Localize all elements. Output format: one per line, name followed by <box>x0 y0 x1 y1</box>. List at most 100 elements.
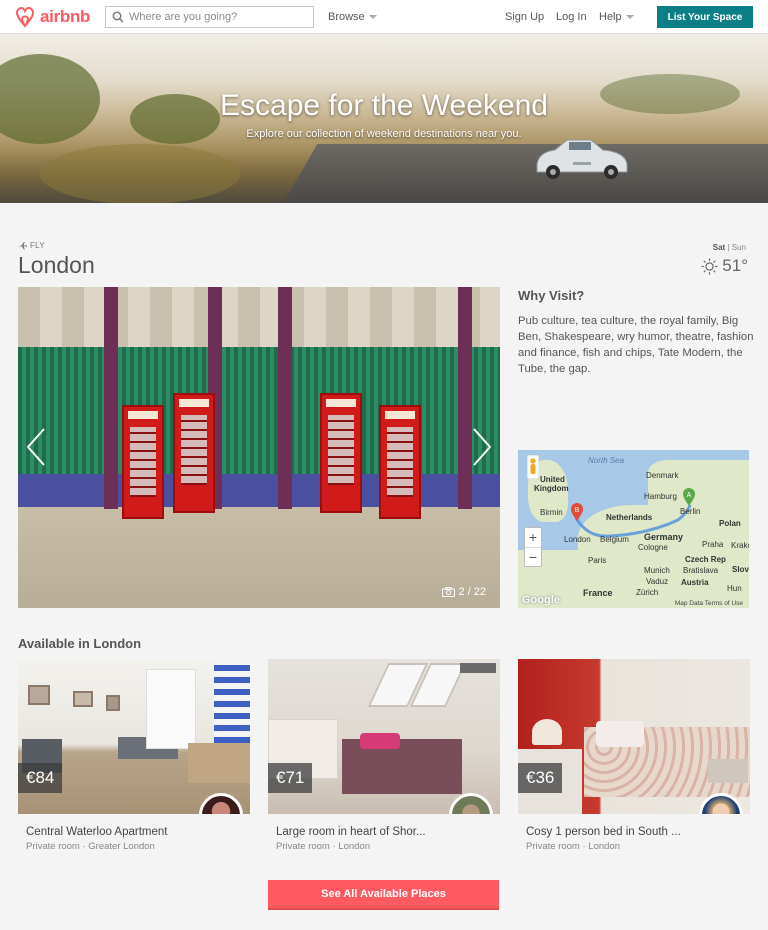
map-label: Germany <box>644 532 684 542</box>
see-all-places-button[interactable]: See All Available Places <box>268 880 499 910</box>
weather-day-toggle[interactable]: Sat | Sun <box>713 243 746 252</box>
airbnb-logo[interactable]: airbnb <box>14 5 90 29</box>
map-marker-a-label: A <box>687 492 692 499</box>
pillow-image <box>360 733 400 749</box>
listing-card[interactable]: €36 Cosy 1 person bed in South ... Priva… <box>518 659 750 852</box>
pillar-image <box>458 287 472 509</box>
map-label: Hamburg <box>644 492 677 501</box>
map-label: London <box>564 535 591 544</box>
why-visit-text: Pub culture, tea culture, the royal fami… <box>518 315 754 375</box>
help-label: Help <box>599 11 622 23</box>
google-logo[interactable]: Google <box>522 594 560 606</box>
hero-road-image <box>282 144 768 203</box>
search-input[interactable] <box>129 11 309 23</box>
hero-title: Escape for the Weekend <box>220 89 548 122</box>
travel-mode-label: FLY <box>30 241 45 250</box>
map-marker-b-label: B <box>575 507 580 514</box>
map-label: Vaduz <box>646 577 669 586</box>
table-image <box>188 743 250 783</box>
chevron-right-icon[interactable] <box>470 427 494 467</box>
lamp-image <box>532 719 562 745</box>
map-label: Zürich <box>636 588 659 597</box>
top-nav-bar: airbnb Browse Sign Up Log In Help List Y… <box>0 0 768 34</box>
zoom-out-button[interactable]: − <box>525 547 541 567</box>
map-label: France <box>583 588 613 598</box>
listing-title[interactable]: Cosy 1 person bed in South ... <box>518 826 750 838</box>
map-label: Bratislava <box>683 566 719 575</box>
hero-banner[interactable]: Escape for the Weekend Explore our colle… <box>0 34 768 203</box>
host-avatar[interactable] <box>449 793 493 814</box>
list-your-space-button[interactable]: List Your Space <box>657 6 753 28</box>
listing-subtitle: Private room · London <box>276 841 370 852</box>
airplane-icon <box>18 241 27 250</box>
map-label: Belgium <box>600 535 629 544</box>
search-box[interactable] <box>105 6 314 28</box>
listing-photo[interactable]: €84 <box>18 659 250 814</box>
listing-card[interactable]: €84 Central Waterloo Apartment Private r… <box>18 659 250 852</box>
hero-subtitle: Explore our collection of weekend destin… <box>246 128 522 140</box>
map-marker-b[interactable]: B <box>570 502 584 522</box>
route-map[interactable]: North Sea Denmark United Kingdom Hamburg… <box>518 450 749 608</box>
available-heading: Available in London <box>18 636 142 651</box>
chevron-left-icon[interactable] <box>24 427 48 467</box>
log-in-link[interactable]: Log In <box>556 11 587 23</box>
browse-menu[interactable]: Browse <box>328 11 377 23</box>
zoom-in-button[interactable]: + <box>525 528 541 547</box>
weather-forecast: 51° <box>701 256 748 276</box>
phone-booth-image <box>122 405 164 519</box>
weather-day-other[interactable]: Sun <box>732 243 746 252</box>
map-label: Berlin <box>680 507 701 516</box>
map-zoom-control: + − <box>524 527 542 567</box>
map-label: Krako <box>731 541 749 550</box>
fence-base-image <box>18 474 500 507</box>
map-label: Slov <box>732 565 749 574</box>
map-attribution[interactable]: Map Data Terms of Use <box>675 600 743 607</box>
watermark-image <box>460 663 496 673</box>
photo-counter-text: 2 / 22 <box>458 586 486 598</box>
map-label: Paris <box>588 556 607 565</box>
route-line <box>574 504 692 538</box>
listing-title[interactable]: Central Waterloo Apartment <box>18 826 250 838</box>
map-label: Czech Rep <box>685 555 726 564</box>
camera-icon <box>442 587 456 597</box>
weather-day-active[interactable]: Sat <box>713 243 725 252</box>
map-label: Cologne <box>638 543 668 552</box>
travel-mode-tag: FLY <box>18 241 45 250</box>
chevron-down-icon <box>368 15 377 20</box>
host-avatar[interactable] <box>199 793 243 814</box>
price-tag: €36 <box>518 763 563 793</box>
listing-photo[interactable]: €71 <box>268 659 500 814</box>
map-marker-a[interactable]: A <box>682 487 696 507</box>
search-icon <box>112 11 124 23</box>
towels-image <box>708 759 748 783</box>
help-menu[interactable]: Help <box>599 11 634 23</box>
wall-art-image <box>73 691 93 707</box>
city-title: London <box>18 252 95 278</box>
map-label: North Sea <box>588 456 625 465</box>
pillow-image <box>596 721 644 747</box>
listing-photo[interactable]: €36 <box>518 659 750 814</box>
pegman-icon[interactable] <box>527 455 539 479</box>
map-label: Praha <box>702 540 724 549</box>
price-tag: €71 <box>268 763 313 793</box>
listing-card[interactable]: €71 Large room in heart of Shor... Priva… <box>268 659 500 852</box>
photo-counter: 2 / 22 <box>442 586 486 598</box>
sign-up-link[interactable]: Sign Up <box>505 11 544 23</box>
listing-subtitle: Private room · Greater London <box>26 841 155 852</box>
why-visit-heading: Why Visit? <box>518 288 585 303</box>
price-tag: €84 <box>18 763 63 793</box>
city-photo-carousel[interactable]: 2 / 22 <box>18 287 500 608</box>
brand-name: airbnb <box>40 7 91 26</box>
airbnb-belo-icon <box>15 6 35 28</box>
wall-art-image <box>28 685 50 705</box>
chevron-down-icon <box>625 15 634 20</box>
map-label: Polan <box>719 519 741 528</box>
sun-icon <box>701 257 718 275</box>
pillar-image <box>104 287 118 509</box>
listing-title[interactable]: Large room in heart of Shor... <box>268 826 500 838</box>
listing-subtitle: Private room · London <box>526 841 620 852</box>
map-label: Netherlands <box>606 513 653 522</box>
map-label: Munich <box>644 566 670 575</box>
pavement-image <box>18 507 500 608</box>
map-label: United <box>540 475 565 484</box>
